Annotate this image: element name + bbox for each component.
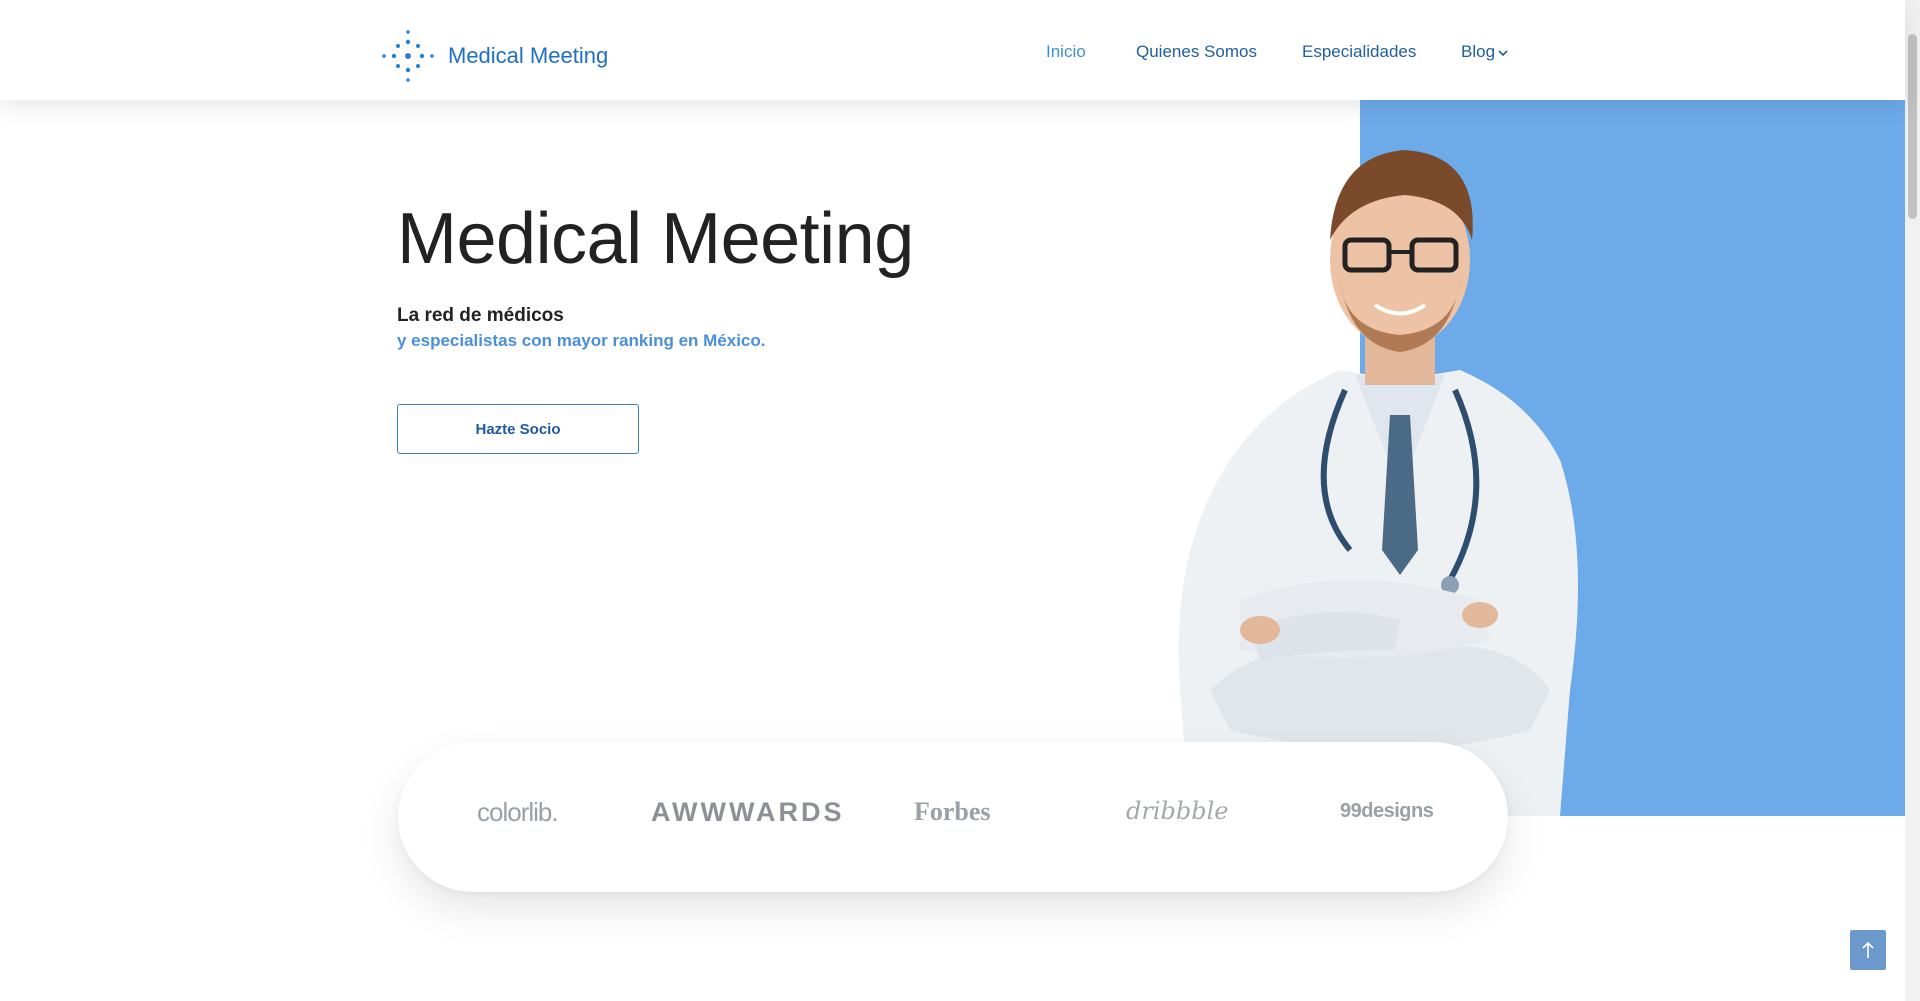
doctor-image	[1178, 150, 1578, 816]
partner-logos-strip: colorlib. AWWWARDS Forbes dribbble 99des…	[398, 742, 1508, 892]
chevron-down-icon	[1498, 49, 1508, 56]
nav-item-inicio[interactable]: Inicio	[1046, 42, 1086, 62]
main-nav: Inicio Quienes Somos Especialidades Blog	[0, 42, 1905, 66]
hero-tagline-line2: y especialistas con mayor ranking en Méx…	[397, 331, 766, 350]
back-to-top-button[interactable]	[1850, 930, 1886, 970]
scrollbar-thumb[interactable]	[1908, 34, 1917, 219]
scrollbar[interactable]	[1905, 0, 1920, 1001]
nav-item-quienes-somos[interactable]: Quienes Somos	[1136, 42, 1257, 62]
partner-logo-99designs: 99designs	[1340, 800, 1434, 822]
partner-logo-awwwards: AWWWARDS	[651, 797, 845, 827]
hazte-socio-button[interactable]: Hazte Socio	[397, 404, 639, 454]
nav-item-blog[interactable]: Blog	[1461, 42, 1509, 62]
arrow-up-icon	[1862, 941, 1874, 958]
partner-logo-forbes: Forbes	[914, 797, 991, 826]
nav-item-especialidades[interactable]: Especialidades	[1302, 42, 1416, 62]
site-header: Medical Meeting Inicio Quienes Somos Esp…	[0, 0, 1905, 100]
nav-item-blog-label: Blog	[1461, 42, 1496, 61]
partner-logo-dribbble: dribbble	[1126, 797, 1229, 825]
partner-logo-colorlib: colorlib.	[477, 797, 559, 827]
hero-title: Medical Meeting	[397, 199, 914, 279]
hero-tagline-line1: La red de médicos	[397, 305, 564, 326]
